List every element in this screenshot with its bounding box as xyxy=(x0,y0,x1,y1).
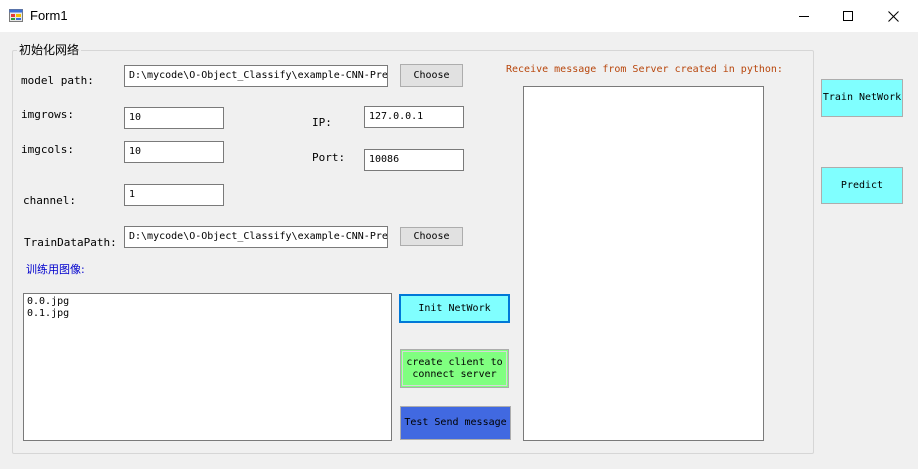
winforms-app-icon xyxy=(9,9,23,22)
maximize-button[interactable] xyxy=(825,0,871,32)
choose-train-data-path-button[interactable]: Choose xyxy=(400,227,463,246)
groupbox-title: 初始化网络 xyxy=(17,41,82,58)
server-message-textbox[interactable] xyxy=(523,86,764,441)
imgcols-label: imgcols: xyxy=(21,143,74,156)
channel-label: channel: xyxy=(23,194,76,207)
model-path-label: model path: xyxy=(21,74,94,87)
ip-field[interactable]: 127.0.0.1 xyxy=(364,106,464,128)
train-network-button[interactable]: Train NetWork xyxy=(821,79,903,117)
test-send-message-button[interactable]: Test Send message xyxy=(400,406,511,440)
minimize-icon xyxy=(799,16,809,17)
close-icon xyxy=(887,10,899,22)
train-images-listbox[interactable]: 0.0.jpg 0.1.jpg xyxy=(23,293,392,441)
channel-field[interactable]: 1 xyxy=(124,184,224,206)
init-network-button[interactable]: Init NetWork xyxy=(399,294,510,323)
model-path-field[interactable]: D:\mycode\O-Object_Classify\example-CNN-… xyxy=(124,65,388,87)
ip-label: IP: xyxy=(312,116,332,129)
list-item[interactable]: 0.0.jpg xyxy=(27,296,388,308)
choose-model-path-button[interactable]: Choose xyxy=(400,64,463,87)
port-field[interactable]: 10086 xyxy=(364,149,464,171)
minimize-button[interactable] xyxy=(781,0,827,32)
train-data-path-label: TrainDataPath: xyxy=(24,236,117,249)
imgcols-field[interactable]: 10 xyxy=(124,141,224,163)
port-label: Port: xyxy=(312,151,346,164)
maximize-icon xyxy=(843,11,853,21)
imgrows-field[interactable]: 10 xyxy=(124,107,224,129)
create-client-button[interactable]: create client to connect server xyxy=(400,349,509,388)
predict-button[interactable]: Predict xyxy=(821,167,903,204)
title-bar[interactable]: Form1 xyxy=(0,0,918,32)
server-message-label: Receive message from Server created in p… xyxy=(506,64,783,75)
list-item[interactable]: 0.1.jpg xyxy=(27,308,388,320)
close-button[interactable] xyxy=(870,0,916,32)
window-title: Form1 xyxy=(30,8,68,23)
train-images-label: 训练用图像: xyxy=(26,263,85,276)
train-data-path-field[interactable]: D:\mycode\O-Object_Classify\example-CNN-… xyxy=(124,226,388,248)
imgrows-label: imgrows: xyxy=(21,108,74,121)
